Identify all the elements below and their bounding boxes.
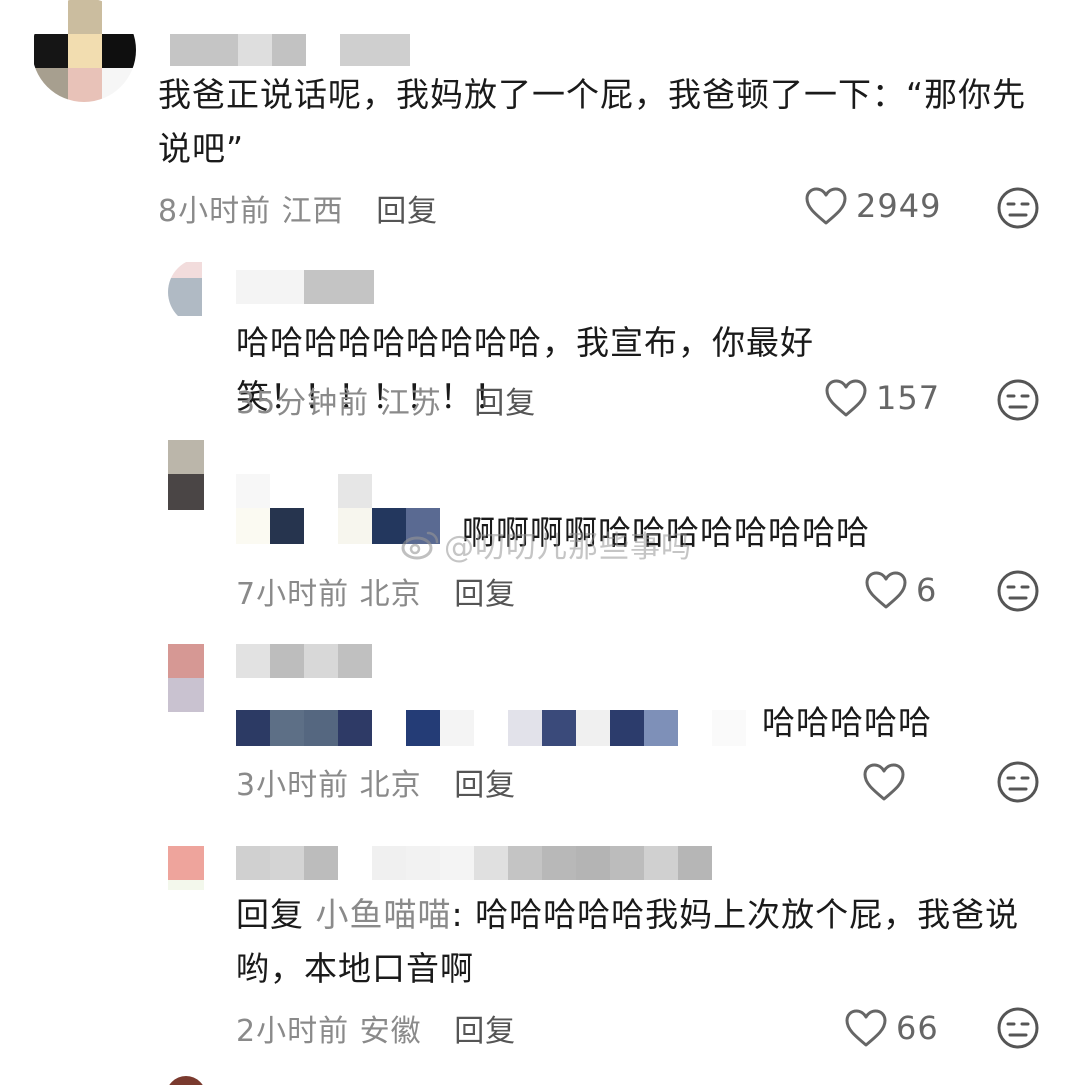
username-blurred[interactable] [170,34,410,66]
comment-time: 35分钟前 [236,386,370,421]
meh-face-icon[interactable] [997,379,1039,421]
heart-outline-icon [845,1009,887,1047]
comment-meta: 3小时前 北京 回复 [236,760,516,804]
username-blurred[interactable] [236,270,374,304]
like-button[interactable]: 6 [864,570,937,610]
comment-location: 安徽 [359,1014,422,1049]
comment-location: 江西 [281,194,344,229]
avatar[interactable] [168,262,236,316]
comment-text: 哈哈哈哈哈 [762,703,932,742]
comment-text-line2: 哟，本地口音啊 [236,949,474,988]
avatar[interactable] [168,644,204,712]
comment-meta: 8小时前 江西 回复 [158,186,438,230]
comment-text: 我爸正说话呢，我妈放了一个屁，我爸顿了一下：“那你先说吧” [158,75,1027,168]
like-button[interactable] [862,762,914,802]
comment-time: 3小时前 [236,768,350,803]
meh-face-icon[interactable] [997,761,1039,803]
username-blurred[interactable] [236,644,374,678]
avatar[interactable] [166,1076,206,1085]
avatar[interactable] [34,0,136,102]
comment-meta: 35分钟前 江苏 回复 [236,378,536,422]
comment-text-line1: : 哈哈哈哈哈我妈上次放个屁，我爸说 [451,895,1020,934]
like-button[interactable]: 66 [844,1008,939,1048]
comment-time: 2小时前 [236,1014,350,1049]
username-blurred[interactable] [236,846,714,880]
comment-thread: 我爸正说话呢，我妈放了一个屁，我爸顿了一下：“那你先说吧” 8小时前 江西 回复… [0,0,1080,1085]
meh-face-icon[interactable] [997,1007,1039,1049]
avatar[interactable] [168,440,204,510]
reply-button[interactable]: 回复 [454,577,516,612]
comment-text: 回复 小鱼喵喵: 哈哈哈哈哈我妈上次放个屁，我爸说 哟，本地口音啊 [236,888,1036,996]
heart-outline-icon [863,763,905,801]
meh-face-icon[interactable] [997,570,1039,612]
reply-button[interactable]: 回复 [454,1014,516,1049]
mention-link[interactable]: 小鱼喵喵 [316,895,452,934]
heart-outline-icon [805,187,847,225]
meh-face-icon[interactable] [997,187,1039,229]
comment-text-blurred [236,710,756,746]
weibo-logo-icon [401,531,439,560]
watermark: @叨叨儿那些事吗 [400,522,692,566]
heart-outline-icon [865,571,907,609]
comment-location: 北京 [359,577,422,612]
comment-location: 北京 [359,768,422,803]
like-count: 2949 [856,187,942,225]
heart-outline-icon [825,379,867,417]
comment-meta: 2小时前 安徽 回复 [236,1006,516,1050]
comment-location: 江苏 [379,386,442,421]
like-button[interactable]: 2949 [804,186,941,226]
comment-meta: 7小时前 北京 回复 [236,569,516,613]
watermark-text: @叨叨儿那些事吗 [444,530,692,565]
like-button[interactable]: 157 [824,378,940,418]
reply-prefix: 回复 [236,895,304,934]
avatar[interactable] [168,846,204,890]
reply-button[interactable]: 回复 [376,194,438,229]
comment-time: 8小时前 [158,194,272,229]
reply-button[interactable]: 回复 [454,768,516,803]
like-count: 6 [916,571,938,609]
like-count: 66 [896,1009,939,1047]
reply-button[interactable]: 回复 [474,386,536,421]
comment-time: 7小时前 [236,577,350,612]
like-count: 157 [876,379,941,417]
